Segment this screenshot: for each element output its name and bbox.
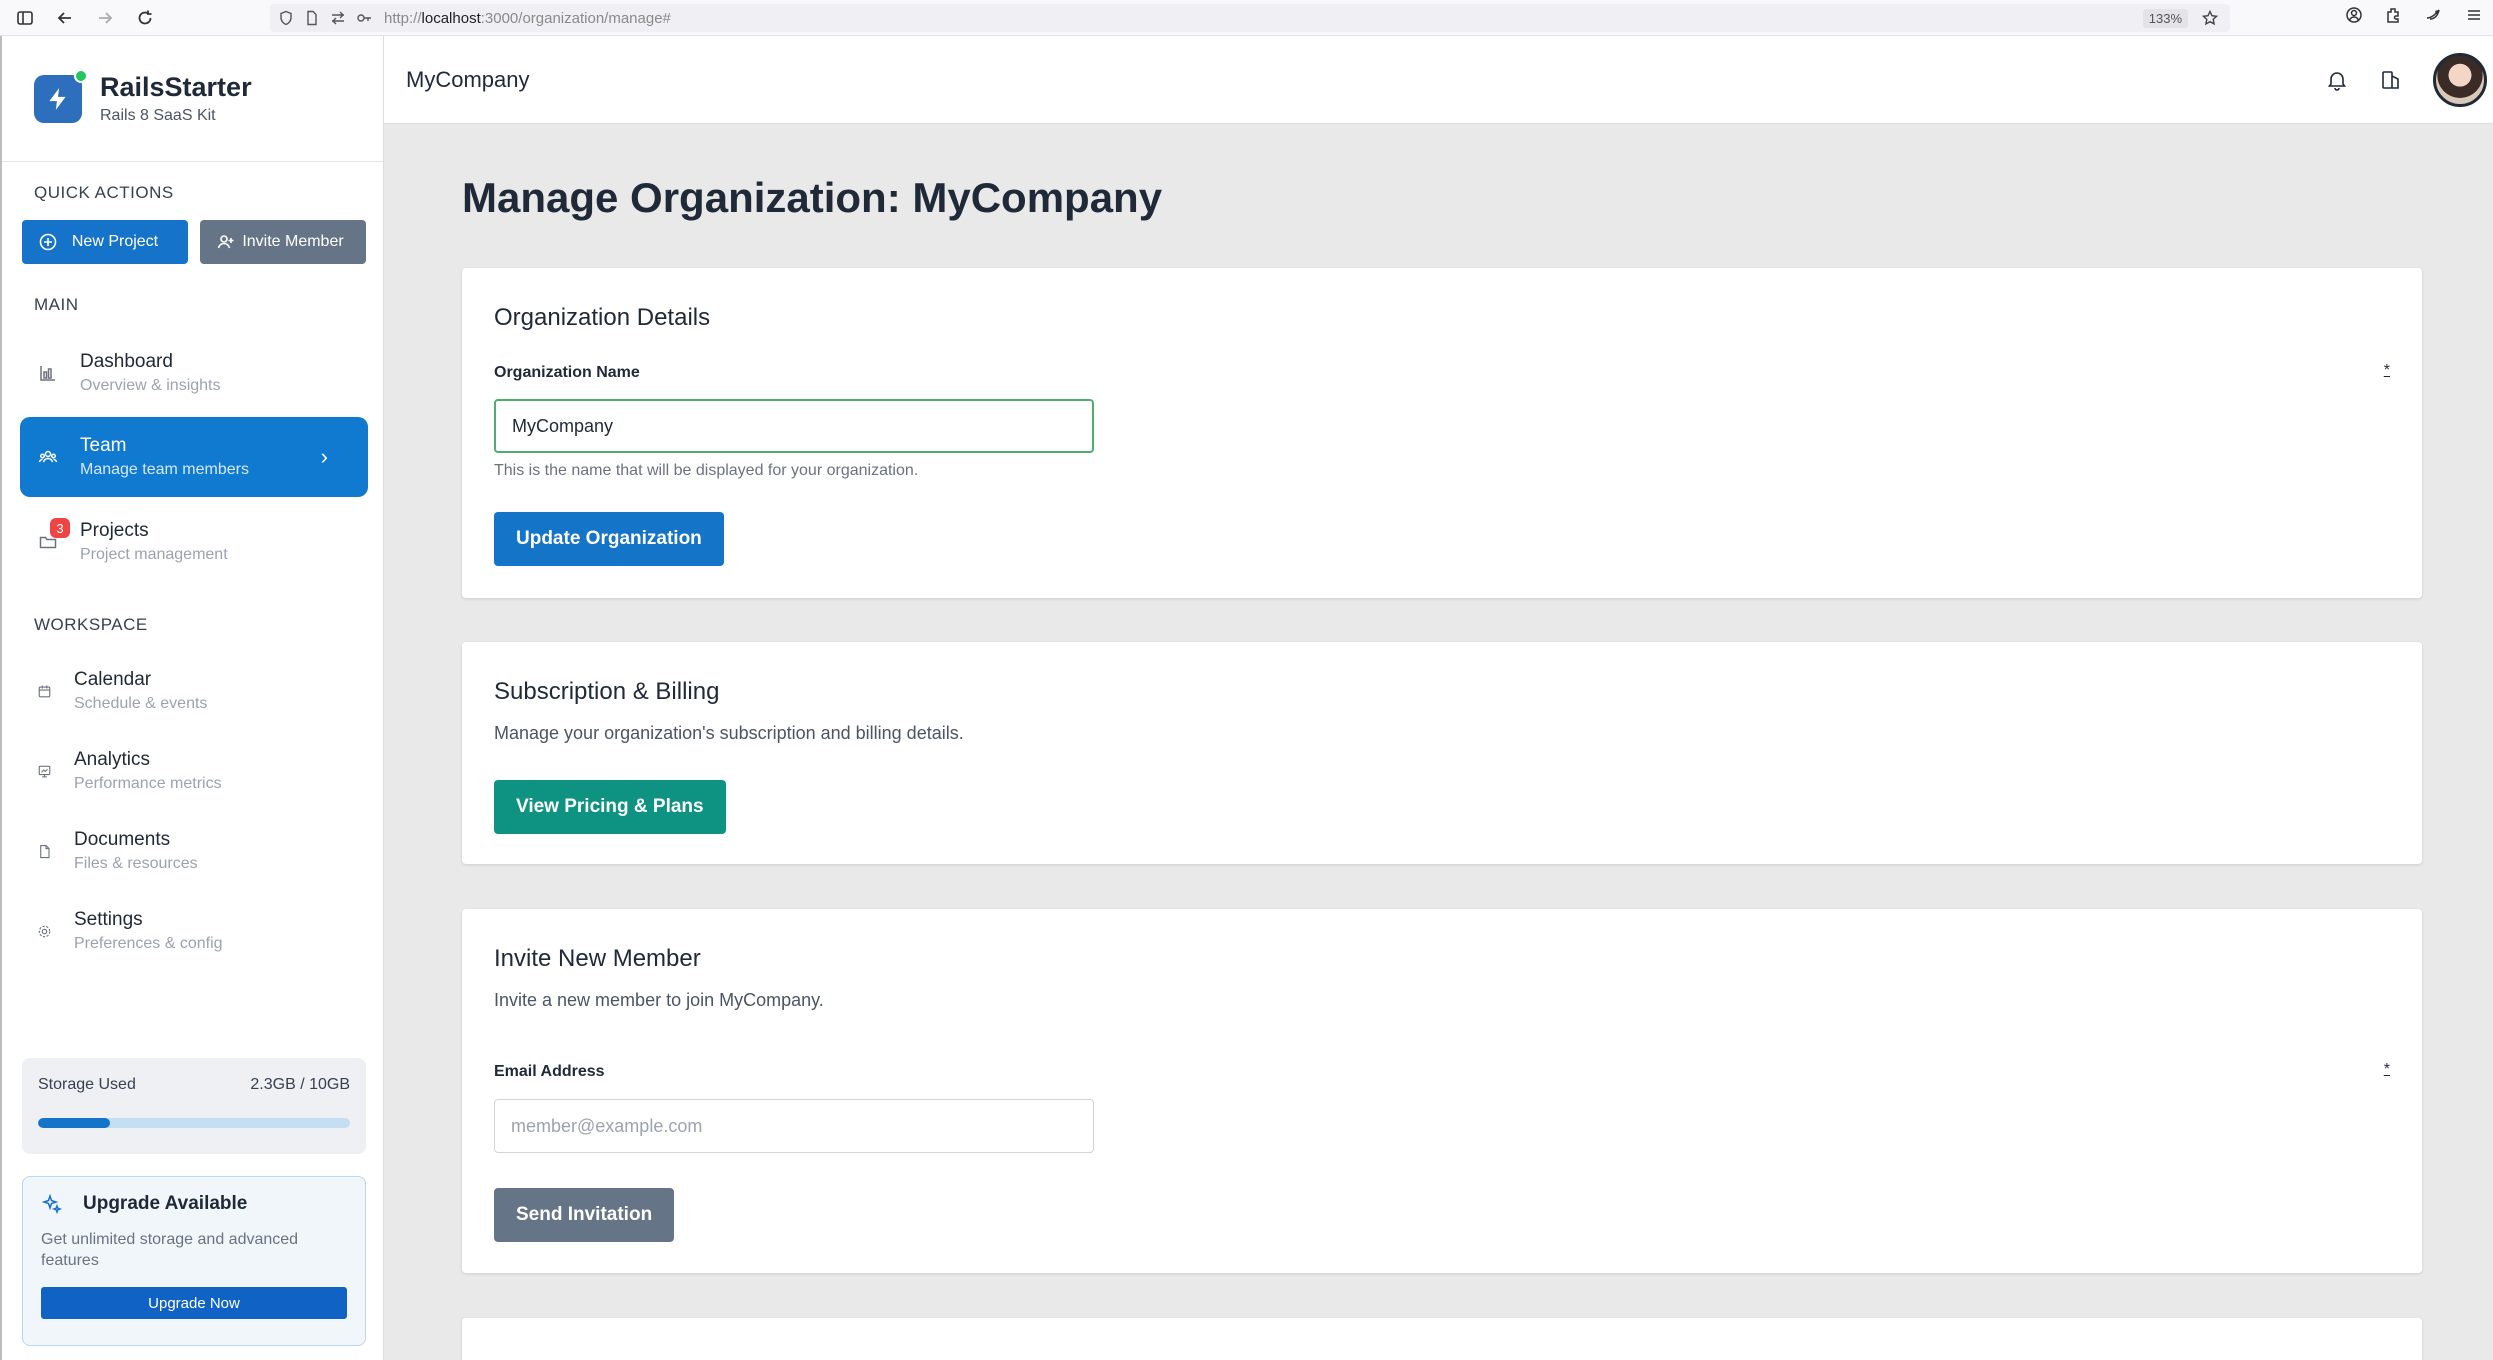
plus-circle-icon — [39, 233, 57, 251]
sidebar-item-dashboard[interactable]: Dashboard Overview & insights — [20, 333, 368, 413]
card-title: Subscription & Billing — [494, 678, 720, 705]
projects-count-badge: 3 — [50, 518, 70, 538]
permissions-icon — [332, 11, 344, 25]
update-organization-button[interactable]: Update Organization — [494, 512, 724, 566]
invite-member-label: Invite Member — [242, 233, 344, 250]
chart-icon — [40, 366, 55, 381]
sidebar-item-subtitle: Schedule & events — [74, 695, 208, 712]
sidebar-item-subtitle: Preferences & config — [74, 935, 223, 952]
sidebar-item-subtitle: Manage team members — [80, 461, 249, 478]
required-indicator: * — [2383, 1061, 2390, 1078]
card-description: Invite a new member to join MyCompany. — [494, 990, 824, 1010]
forward-icon[interactable] — [90, 3, 120, 33]
url-text: http://localhost:3000/organization/manag… — [384, 9, 671, 27]
brand-title: RailsStarter — [100, 72, 252, 102]
brand-subtitle: Rails 8 SaaS Kit — [100, 107, 216, 124]
email-address-label: Email Address — [494, 1063, 605, 1080]
storage-progress-bar — [38, 1118, 350, 1128]
sparkles-icon — [41, 1193, 63, 1215]
card-description: Manage your organization's subscription … — [494, 723, 964, 743]
organization-name-help: This is the name that will be displayed … — [494, 462, 919, 479]
extensions-icon[interactable] — [2385, 6, 2403, 24]
brand-logo — [34, 68, 88, 123]
sidebar-item-title: Documents — [74, 829, 171, 850]
zoom-level[interactable]: 133% — [2142, 8, 2188, 28]
sidebar-item-subtitle: Project management — [80, 546, 228, 563]
brand[interactable]: RailsStarter Rails 8 SaaS Kit — [2, 36, 383, 162]
address-bar[interactable]: http://localhost:3000/organization/manag… — [270, 4, 2230, 32]
analytics-icon — [38, 765, 50, 777]
sidebar-item-title: Team — [80, 435, 127, 456]
reload-icon[interactable] — [130, 3, 160, 33]
sidebar-item-title: Dashboard — [80, 351, 173, 372]
organization-details-card: Organization Details Organization Name *… — [462, 268, 2422, 598]
sidebar-item-subtitle: Overview & insights — [80, 377, 221, 394]
organization-name: MyCompany — [406, 66, 530, 92]
sidebar-item-projects[interactable]: 3 Projects Project management — [20, 502, 368, 582]
users-icon — [38, 450, 58, 463]
avatar[interactable] — [2433, 52, 2487, 107]
required-indicator: * — [2383, 362, 2390, 379]
storage-progress-fill — [38, 1118, 110, 1128]
gear-icon — [38, 925, 50, 937]
extension-bird-icon[interactable] — [2425, 6, 2443, 24]
shield-icon — [280, 10, 292, 26]
upgrade-now-button[interactable]: Upgrade Now — [41, 1287, 347, 1319]
account-icon[interactable] — [2345, 6, 2363, 24]
top-header: MyCompany — [384, 36, 2493, 124]
key-icon — [357, 14, 371, 22]
sidebar-item-title: Settings — [74, 909, 143, 930]
bell-icon[interactable] — [2325, 68, 2349, 92]
online-status-dot — [74, 68, 88, 83]
send-invitation-button[interactable]: Send Invitation — [494, 1188, 675, 1242]
organization-name-input[interactable] — [494, 399, 1094, 453]
sidebar-item-title: Projects — [80, 520, 149, 541]
lightning-icon — [49, 87, 66, 110]
new-project-label: New Project — [71, 233, 159, 250]
chevron-right-icon: › — [320, 444, 328, 469]
storage-value: 2.3GB / 10GB — [250, 1076, 350, 1093]
card-title: Invite New Member — [494, 945, 701, 972]
storage-label: Storage Used — [38, 1076, 136, 1093]
storage-usage-panel: Storage Used 2.3GB / 10GB — [22, 1058, 366, 1154]
subscription-billing-card: Subscription & Billing Manage your organ… — [462, 642, 2422, 864]
calendar-icon — [38, 685, 50, 697]
page-icon — [307, 10, 317, 26]
bookmark-star-icon[interactable] — [2202, 10, 2218, 26]
new-project-button[interactable]: New Project — [22, 220, 188, 264]
sidebar-item-calendar[interactable]: Calendar Schedule & events — [20, 651, 368, 731]
user-plus-icon — [217, 235, 234, 249]
sidebar-toggle-icon[interactable] — [10, 3, 40, 33]
menu-icon[interactable] — [2465, 6, 2483, 24]
sidebar-item-analytics[interactable]: Analytics Performance metrics — [20, 731, 368, 811]
main-heading: MAIN — [34, 295, 79, 314]
page-title: Manage Organization: MyCompany — [462, 174, 1163, 221]
sidebar-item-documents[interactable]: Documents Files & resources — [20, 811, 368, 891]
back-icon[interactable] — [50, 3, 80, 33]
browser-toolbar: http://localhost:3000/organization/manag… — [0, 0, 2493, 36]
quick-actions-heading: QUICK ACTIONS — [34, 183, 174, 202]
upgrade-description: Get unlimited storage and advanced featu… — [41, 1231, 299, 1269]
invite-member-card: Invite New Member Invite a new member to… — [462, 909, 2422, 1273]
upgrade-card: Upgrade Available Get unlimited storage … — [22, 1176, 366, 1346]
sidebar-item-subtitle: Files & resources — [74, 855, 198, 872]
document-icon — [39, 844, 50, 858]
upgrade-title: Upgrade Available — [83, 1193, 248, 1214]
email-field[interactable] — [494, 1099, 1094, 1153]
invite-member-button[interactable]: Invite Member — [200, 220, 366, 264]
card-title: Organization Details — [494, 304, 711, 331]
sidebar: RailsStarter Rails 8 SaaS Kit QUICK ACTI… — [0, 36, 384, 1360]
sidebar-item-team[interactable]: Team Manage team members › — [20, 417, 368, 497]
sidebar-item-title: Calendar — [74, 669, 152, 690]
workspace-heading: WORKSPACE — [34, 615, 148, 634]
sidebar-item-title: Analytics — [74, 749, 151, 770]
sidebar-item-subtitle: Performance metrics — [74, 775, 222, 792]
next-card — [462, 1318, 2422, 1360]
organization-name-label: Organization Name — [494, 364, 640, 381]
theme-toggle-icon[interactable] — [2379, 68, 2403, 92]
sidebar-item-settings[interactable]: Settings Preferences & config — [20, 891, 368, 971]
view-pricing-plans-button[interactable]: View Pricing & Plans — [494, 780, 726, 834]
